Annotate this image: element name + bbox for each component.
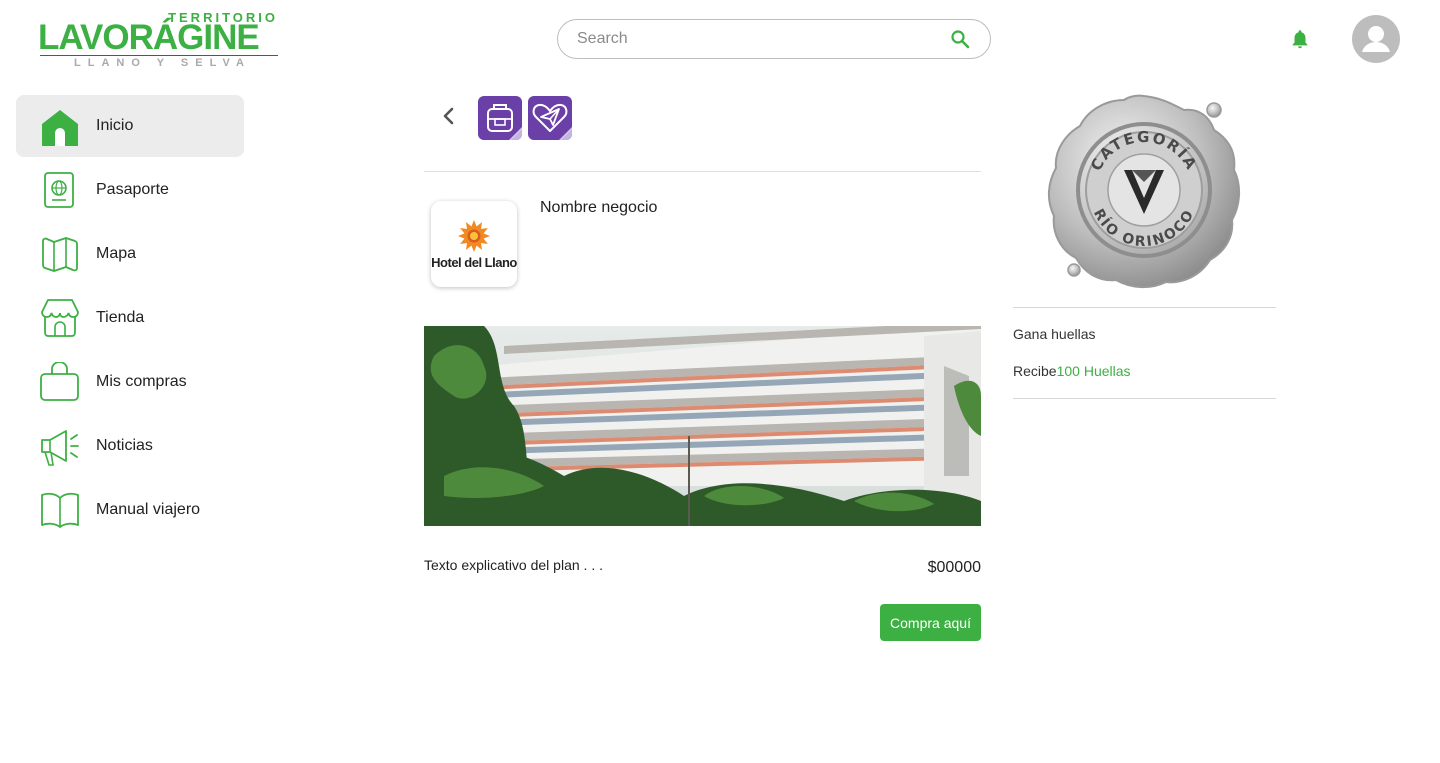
- sun-logo-icon: [458, 219, 490, 252]
- rewards-receive-label: Recibe: [1013, 363, 1057, 379]
- plan-price: $00000: [927, 559, 981, 576]
- sidebar-item-tienda[interactable]: Tienda: [16, 287, 244, 349]
- rewards-receive: Recibe100 Huellas: [1013, 363, 1131, 379]
- sidebar-item-inicio[interactable]: Inicio: [16, 95, 244, 157]
- avatar[interactable]: [1352, 15, 1400, 63]
- passport-icon: [44, 172, 74, 208]
- rewards-receive-amount: 100 Huellas: [1056, 363, 1131, 379]
- sidebar-item-label: Mapa: [96, 245, 137, 262]
- sidebar-item-label: Pasaporte: [96, 181, 169, 198]
- search-input[interactable]: [577, 30, 948, 48]
- heart-send-badge-icon[interactable]: [527, 95, 573, 141]
- home-icon: [42, 110, 78, 146]
- backpack-badge-icon[interactable]: [477, 95, 523, 141]
- sidebar-item-manual-viajero[interactable]: Manual viajero: [16, 479, 244, 541]
- sidebar-item-label: Mis compras: [96, 373, 187, 390]
- plan-description: Texto explicativo del plan . . .: [424, 557, 603, 573]
- brand-logo[interactable]: TERRITORIO LAVORÁGINE LLANO Y SELVA: [38, 8, 280, 70]
- sidebar-item-mis-compras[interactable]: Mis compras: [16, 351, 244, 413]
- sidebar-item-label: Noticias: [96, 437, 153, 454]
- rewards-divider-bottom: [1013, 398, 1276, 399]
- brand-logo-main: LAVORÁGINE: [38, 18, 260, 57]
- sidebar-item-label: Inicio: [96, 117, 134, 134]
- business-logo: Hotel del Llano: [431, 201, 517, 287]
- business-name: Nombre negocio: [540, 199, 658, 216]
- book-icon: [41, 492, 79, 528]
- brand-logo-sub: LLANO Y SELVA: [74, 57, 251, 69]
- hotel-photo: [424, 326, 981, 526]
- buy-button[interactable]: Compra aquí: [880, 604, 981, 641]
- sidebar-item-pasaporte[interactable]: Pasaporte: [16, 159, 244, 221]
- business-logo-text: Hotel del Llano: [431, 254, 517, 270]
- bell-icon[interactable]: [1289, 28, 1311, 50]
- category-seal-image: CATEGORÍA RÍO ORINOCO: [1048, 94, 1240, 288]
- rewards-title: Gana huellas: [1013, 326, 1096, 342]
- sidebar-item-label: Manual viajero: [96, 501, 201, 518]
- sidebar-item-mapa[interactable]: Mapa: [16, 223, 244, 285]
- rewards-divider-top: [1013, 307, 1276, 308]
- sidebar: Inicio Pasaporte Mapa Tienda Mis compras…: [16, 95, 244, 543]
- back-chevron-icon[interactable]: [437, 104, 461, 128]
- brand-logo-rule: [40, 55, 278, 56]
- user-icon: [1362, 26, 1390, 52]
- map-icon: [42, 237, 78, 272]
- sidebar-item-noticias[interactable]: Noticias: [16, 415, 244, 477]
- header-divider: [424, 171, 981, 172]
- search-bar: [557, 19, 991, 59]
- megaphone-icon: [41, 430, 79, 466]
- store-icon: [41, 299, 79, 337]
- search-icon[interactable]: [948, 27, 972, 51]
- shopping-bag-icon: [40, 362, 79, 401]
- sidebar-item-label: Tienda: [96, 309, 145, 326]
